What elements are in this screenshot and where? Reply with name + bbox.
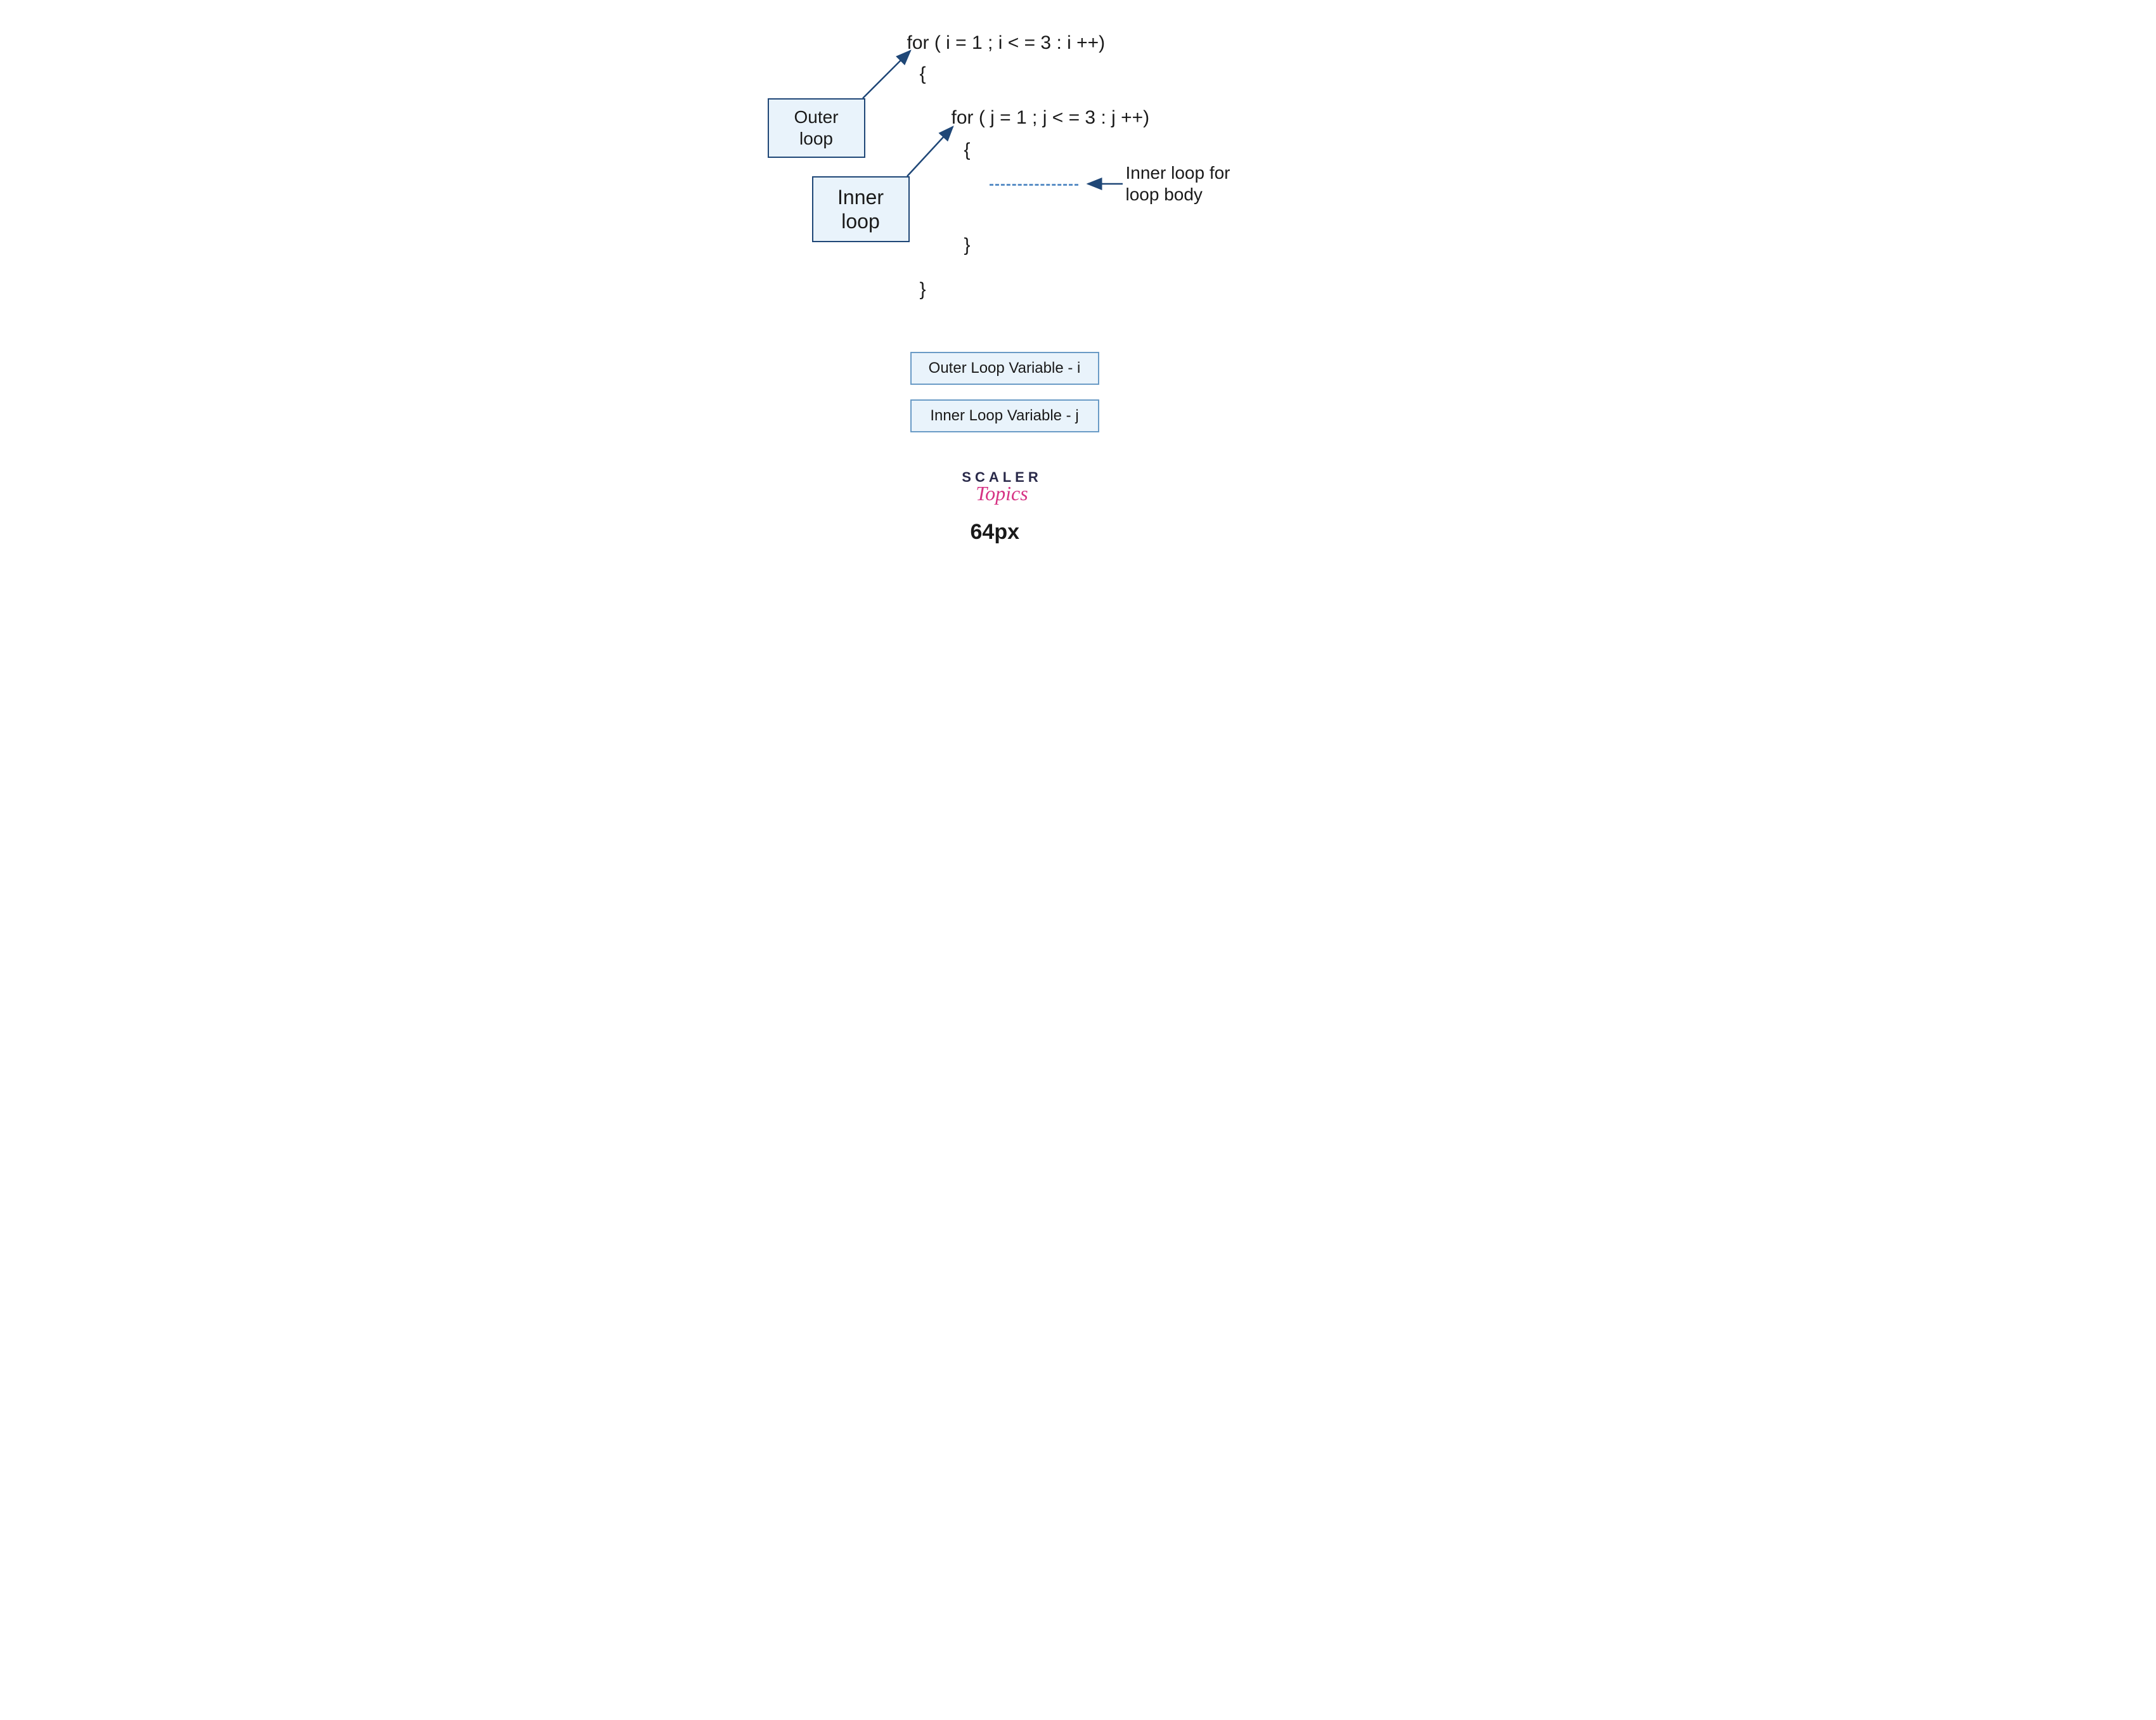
outer-open-brace: { (920, 63, 926, 85)
loop-body-annotation-line2: loop body (1126, 184, 1230, 205)
arrow-inner-loop (907, 127, 953, 176)
inner-loop-label-line1: Inner (837, 185, 884, 209)
inner-loop-label-box: Inner loop (812, 176, 910, 242)
outer-for-line: for ( i = 1 ; i < = 3 : i ++) (907, 32, 1106, 55)
outer-loop-label-box: Outer loop (768, 98, 865, 158)
legend-outer-variable: Outer Loop Variable - i (910, 352, 1099, 385)
legend-inner-variable: Inner Loop Variable - j (910, 399, 1099, 432)
loop-body-annotation-line1: Inner loop for (1126, 162, 1230, 184)
inner-close-brace: } (964, 235, 971, 256)
outer-loop-label-line1: Outer (794, 107, 838, 128)
loop-body-annotation: Inner loop for loop body (1126, 162, 1230, 205)
arrow-outer-loop (863, 51, 910, 98)
outer-loop-label-line2: loop (794, 128, 838, 150)
inner-loop-label-line2: loop (837, 209, 884, 233)
scaler-topics-logo: SCALER Topics (939, 469, 1066, 505)
inner-open-brace: { (964, 139, 971, 161)
diagram-stage: for ( i = 1 ; i < = 3 : i ++) { for ( j … (698, 0, 1459, 609)
size-label: 64px (971, 520, 1020, 545)
inner-for-line: for ( j = 1 ; j < = 3 : j ++) (952, 107, 1150, 129)
loop-body-placeholder (990, 184, 1078, 186)
outer-close-brace: } (920, 279, 926, 301)
arrows-overlay (698, 0, 1459, 609)
logo-line2: Topics (939, 482, 1066, 505)
